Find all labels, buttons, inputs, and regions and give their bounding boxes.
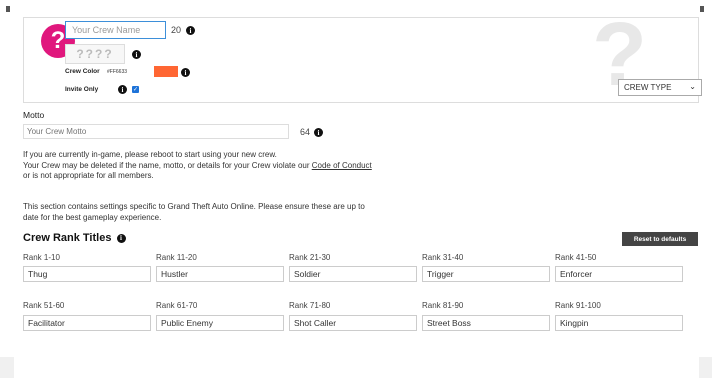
chevron-down-icon: ⌄: [689, 82, 696, 91]
info-icon[interactable]: i: [181, 68, 190, 77]
crew-name-counter: 20: [171, 25, 182, 35]
window-corner-mark: [6, 6, 10, 12]
invite-only-label: Invite Only: [65, 86, 99, 93]
rank-title-input[interactable]: Trigger: [422, 266, 550, 282]
crew-name-input[interactable]: [65, 21, 166, 39]
rank-title-input[interactable]: Soldier: [289, 266, 417, 282]
reset-defaults-button[interactable]: Reset to defaults: [622, 232, 698, 246]
rank-title-input[interactable]: Hustler: [156, 266, 284, 282]
rank-label: Rank 21-30: [289, 253, 331, 262]
info-icon[interactable]: i: [132, 50, 141, 59]
rank-title-input[interactable]: Kingpin: [555, 315, 683, 331]
rank-label: Rank 1-10: [23, 253, 60, 262]
crew-identity-panel: ? 20 i ???? i Crew Color #FF6633 i Invit…: [23, 10, 702, 103]
rank-label: Rank 51-60: [23, 301, 65, 310]
info-icon[interactable]: i: [314, 128, 323, 137]
rank-title-input[interactable]: Facilitator: [23, 315, 151, 331]
reboot-notice: If you are currently in-game, please reb…: [23, 150, 372, 180]
code-of-conduct-link[interactable]: Code of Conduct: [312, 161, 372, 170]
window-corner-mark: [700, 6, 704, 12]
rank-label: Rank 91-100: [555, 301, 601, 310]
rank-title-input[interactable]: Enforcer: [555, 266, 683, 282]
question-mark-icon: ?: [50, 27, 66, 54]
rank-label: Rank 31-40: [422, 253, 464, 262]
crew-settings-page: ? 20 i ???? i Crew Color #FF6633 i Invit…: [14, 0, 702, 378]
crew-color-swatch[interactable]: [154, 66, 178, 77]
crew-color-hex: #FF6633: [107, 69, 128, 75]
motto-counter: 64: [300, 127, 311, 137]
rank-label: Rank 61-70: [156, 301, 198, 310]
rank-label: Rank 11-20: [156, 253, 197, 262]
rank-label: Rank 41-50: [555, 253, 597, 262]
motto-label: Motto: [23, 110, 45, 120]
crew-type-select[interactable]: CREW TYPE ⌄: [618, 79, 702, 96]
rank-title-input[interactable]: Shot Caller: [289, 315, 417, 331]
motto-input[interactable]: [23, 124, 289, 139]
rank-title-input[interactable]: Street Boss: [422, 315, 550, 331]
rank-title-input[interactable]: Thug: [23, 266, 151, 282]
rank-titles-heading: Crew Rank Titles i: [23, 232, 126, 244]
gta-online-notice: This section contains settings specific …: [23, 202, 365, 222]
info-icon[interactable]: i: [186, 26, 195, 35]
invite-only-checkbox[interactable]: ✓: [132, 86, 139, 93]
rank-label: Rank 81-90: [422, 301, 464, 310]
info-icon[interactable]: i: [118, 85, 127, 94]
rank-label: Rank 71-80: [289, 301, 331, 310]
crew-color-label: Crew Color: [65, 68, 100, 75]
info-icon[interactable]: i: [116, 233, 126, 243]
crew-tag-input[interactable]: ????: [65, 44, 125, 64]
rank-title-input[interactable]: Public Enemy: [156, 315, 284, 331]
